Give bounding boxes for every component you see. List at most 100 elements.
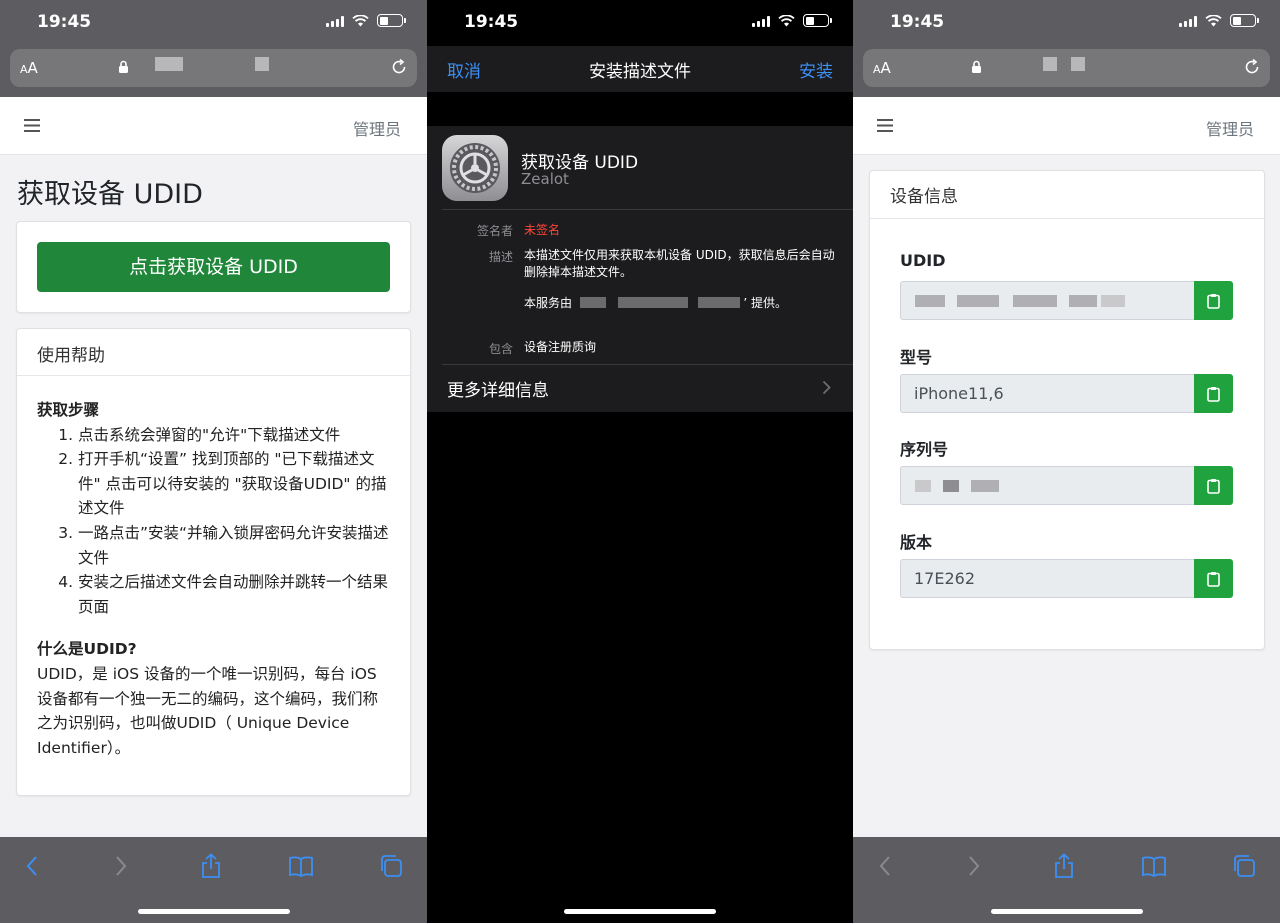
contains-label: 包含 — [488, 342, 513, 356]
address-bar[interactable]: AA — [863, 49, 1270, 87]
help-card-header: 使用帮助 — [17, 329, 410, 376]
admin-link[interactable]: 管理员 — [1206, 116, 1254, 140]
back-icon[interactable] — [17, 851, 47, 881]
provider-redacted — [579, 297, 606, 308]
wifi-icon — [352, 14, 369, 26]
signer-value: 未签名 — [524, 223, 561, 237]
signer-label: 签名者 — [476, 224, 513, 238]
tabs-icon[interactable] — [1229, 851, 1259, 881]
dialog-navbar: 取消 安装描述文件 安装 — [427, 46, 853, 92]
description-value: 本描述文件仅用来获取本机设备 UDID，获取信息后会自动删除掉本描述文件。 — [524, 248, 835, 279]
settings-gear-icon — [442, 135, 508, 201]
version-label: 版本 — [900, 533, 933, 552]
clipboard-icon — [1207, 386, 1220, 402]
phone-screen-get-udid: 19:45 AA 管理员 获取设备 UDID 点击获取设备 UDID 使用帮助 … — [0, 0, 427, 923]
home-indicator — [564, 909, 716, 914]
description-label: 描述 — [488, 250, 513, 264]
text-size-button[interactable]: AA — [20, 59, 38, 77]
more-details-row[interactable]: 更多详细信息 — [447, 376, 549, 401]
lock-icon — [119, 60, 128, 73]
url-redacted — [255, 57, 269, 71]
url-redacted — [1071, 57, 1085, 71]
hamburger-menu-icon[interactable] — [877, 119, 893, 132]
battery-icon — [377, 14, 406, 27]
steps-title: 获取步骤 — [37, 401, 100, 419]
provider-prefix: 本服务由 — [524, 296, 573, 310]
phone-screen-device-info: 19:45 AA 管理员 设备信息 UDID 型号 iPhone11,6 序列号… — [853, 0, 1280, 923]
chevron-right-icon — [822, 380, 831, 395]
address-bar[interactable]: AA — [10, 49, 417, 87]
status-bar: 19:45 — [427, 0, 853, 46]
what-is-udid-text: UDID，是 iOS 设备的一个唯一识别码，每台 iOS 设备都有一个独一无二的… — [37, 664, 379, 757]
phone-screen-install-profile: 19:45 取消 安装描述文件 安装 获取设备 UDID Zealot 签名者 … — [427, 0, 853, 923]
reload-icon[interactable] — [389, 57, 409, 77]
dialog-title: 安装描述文件 — [589, 62, 691, 82]
profile-org: Zealot — [521, 170, 569, 188]
provider-line: 本服务由 ’ 提供。 — [524, 295, 838, 312]
battery-icon — [803, 14, 832, 27]
version-field[interactable]: 17E262 — [900, 559, 1195, 598]
site-navbar: 管理员 — [0, 97, 427, 155]
status-time: 19:45 — [464, 12, 519, 32]
bookmarks-icon[interactable] — [1139, 851, 1169, 881]
cellular-signal-icon — [1179, 15, 1197, 27]
udid-redacted — [1013, 295, 1057, 307]
page-title: 获取设备 UDID — [17, 179, 203, 210]
serial-redacted — [943, 480, 959, 492]
lock-icon — [972, 60, 981, 73]
model-field[interactable]: iPhone11,6 — [900, 374, 1195, 413]
model-value: iPhone11,6 — [914, 384, 1004, 403]
version-value: 17E262 — [914, 569, 976, 588]
step-item: 点击系统会弹窗的"允许"下载描述文件 — [78, 423, 390, 448]
status-bar: 19:45 — [853, 0, 1280, 46]
home-indicator — [990, 909, 1143, 914]
model-label: 型号 — [900, 348, 933, 367]
share-icon[interactable] — [1049, 851, 1079, 881]
text-size-button[interactable]: AA — [873, 59, 891, 77]
share-icon[interactable] — [196, 851, 226, 881]
install-button[interactable]: 安装 — [799, 57, 833, 82]
tabs-icon[interactable] — [376, 851, 406, 881]
divider — [442, 209, 853, 210]
status-bar: 19:45 — [0, 0, 427, 46]
copy-version-button[interactable] — [1194, 559, 1233, 598]
serial-label: 序列号 — [900, 440, 949, 459]
step-item: 一路点击”安装“并输入锁屏密码允许安装描述文件 — [78, 521, 390, 570]
status-time: 19:45 — [37, 12, 92, 32]
udid-field[interactable] — [900, 281, 1195, 320]
wifi-icon — [778, 14, 795, 26]
battery-icon — [1230, 14, 1259, 27]
udid-redacted — [1069, 295, 1097, 307]
udid-redacted — [1101, 295, 1125, 307]
url-redacted — [155, 57, 183, 71]
get-udid-button[interactable]: 点击获取设备 UDID — [37, 242, 390, 292]
cellular-signal-icon — [752, 15, 770, 27]
divider — [442, 364, 853, 365]
forward-icon[interactable] — [106, 851, 136, 881]
copy-model-button[interactable] — [1194, 374, 1233, 413]
wifi-icon — [1205, 14, 1222, 26]
dialog-spacer — [427, 92, 853, 126]
copy-serial-button[interactable] — [1194, 466, 1233, 505]
admin-link[interactable]: 管理员 — [353, 116, 401, 140]
action-card: 点击获取设备 UDID — [16, 221, 411, 313]
back-icon[interactable] — [870, 851, 900, 881]
udid-label: UDID — [900, 251, 946, 270]
steps-list: 点击系统会弹窗的"允许"下载描述文件 打开手机“设置” 找到顶部的 "已下载描述… — [37, 423, 390, 620]
step-item: 安装之后描述文件会自动删除并跳转一个结果页面 — [78, 570, 390, 619]
bookmarks-icon[interactable] — [286, 851, 316, 881]
site-navbar: 管理员 — [853, 97, 1280, 155]
clipboard-icon — [1207, 293, 1220, 309]
profile-card: 获取设备 UDID Zealot 签名者 未签名 描述 本描述文件仅用来获取本机… — [427, 126, 853, 412]
home-indicator — [137, 909, 290, 914]
what-is-udid-title: 什么是UDID? — [37, 640, 137, 659]
udid-redacted — [915, 295, 945, 307]
serial-redacted — [971, 480, 999, 492]
copy-udid-button[interactable] — [1194, 281, 1233, 320]
serial-field[interactable] — [900, 466, 1195, 505]
hamburger-menu-icon[interactable] — [24, 119, 40, 132]
url-redacted — [1043, 57, 1057, 71]
reload-icon[interactable] — [1242, 57, 1262, 77]
clipboard-icon — [1207, 478, 1220, 494]
forward-icon[interactable] — [959, 851, 989, 881]
